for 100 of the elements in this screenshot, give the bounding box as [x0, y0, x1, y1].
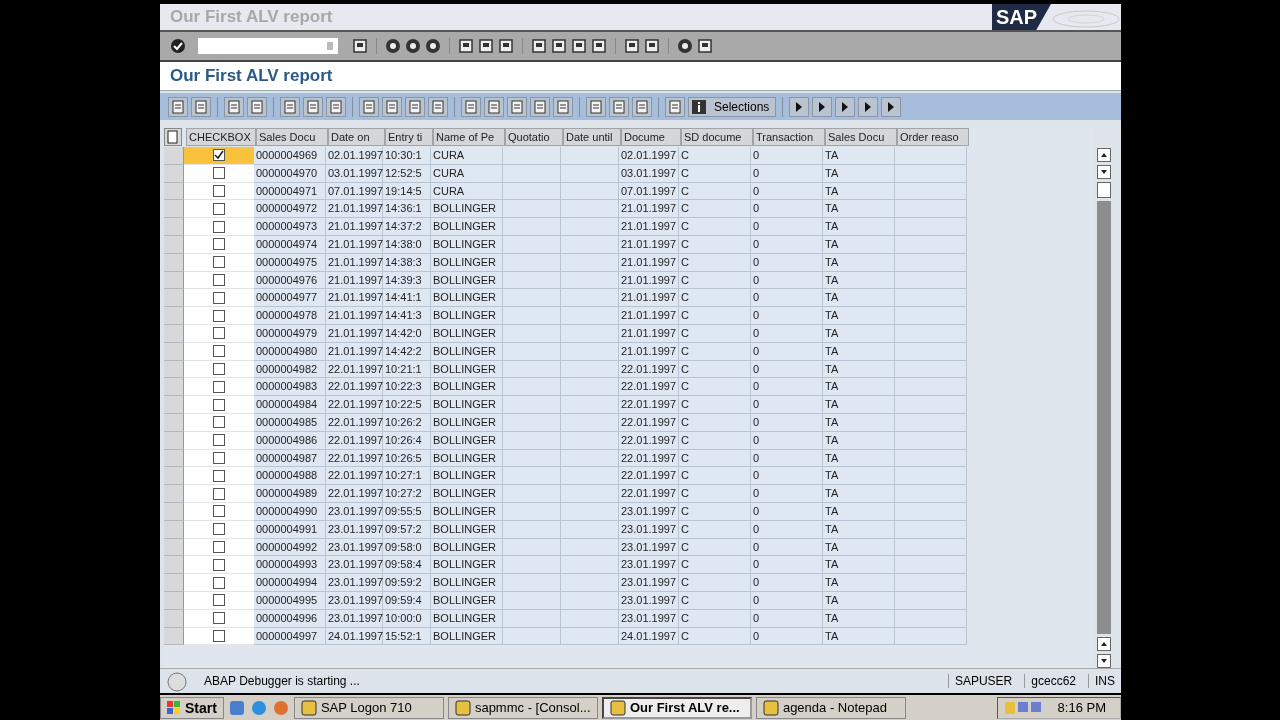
app-icon — [609, 699, 626, 716]
checkbox[interactable] — [213, 540, 225, 553]
column-header[interactable]: Sales Docu — [256, 128, 328, 146]
checkbox[interactable] — [213, 629, 225, 642]
column-header[interactable]: Docume — [621, 128, 681, 146]
table-cell: 0 — [751, 200, 823, 219]
checkbox[interactable] — [213, 220, 225, 233]
table-cell: 0000004977 — [254, 289, 326, 308]
checkbox[interactable] — [213, 185, 225, 197]
checkbox[interactable] — [213, 345, 225, 358]
table-cell: 21.01.1997 — [326, 218, 383, 236]
table-cell: BOLLINGER — [431, 467, 503, 486]
table-cell: 14:36:1 — [383, 200, 431, 219]
checkbox[interactable] — [213, 167, 225, 180]
row-selector[interactable] — [164, 556, 184, 575]
mode-field: INS — [1088, 674, 1121, 688]
enter-icon[interactable] — [170, 38, 186, 54]
checkbox[interactable] — [213, 434, 225, 447]
select-all-icon[interactable] — [164, 128, 182, 146]
checkbox[interactable] — [213, 469, 225, 482]
row-selector[interactable] — [164, 574, 184, 592]
table-cell: 10:27:2 — [383, 485, 431, 503]
selections-button[interactable]: Selections — [688, 96, 777, 117]
column-header[interactable]: Order reaso — [897, 128, 969, 146]
checkbox[interactable] — [213, 505, 225, 518]
command-field[interactable] — [198, 38, 338, 54]
start-button[interactable]: Start — [160, 696, 224, 719]
row-selector[interactable] — [164, 147, 184, 165]
taskbar-button[interactable]: Our First ALV re... — [601, 696, 752, 719]
table-cell: 22.01.1997 — [326, 467, 383, 486]
table-cell: 0000004993 — [254, 556, 326, 575]
column-header[interactable]: Sales Docu — [825, 128, 897, 146]
column-header[interactable]: Date until — [563, 128, 621, 146]
table-cell: 10:27:1 — [383, 467, 431, 486]
checkbox[interactable] — [213, 238, 225, 251]
app-icon — [762, 699, 779, 716]
checkbox[interactable] — [213, 309, 225, 322]
firefox-icon[interactable] — [271, 698, 290, 717]
column-header[interactable]: Name of Pe — [433, 128, 505, 146]
taskbar-button[interactable]: sapmmc - [Consol... — [447, 696, 598, 719]
checkbox[interactable] — [213, 273, 225, 286]
row-selector[interactable] — [164, 200, 184, 219]
column-header[interactable]: CHECKBOX — [186, 128, 256, 146]
table-cell: TA — [823, 307, 895, 325]
row-selector[interactable] — [164, 307, 184, 325]
table-cell: 10:22:5 — [383, 396, 431, 414]
table-cell: 0 — [751, 378, 823, 397]
checkbox[interactable] — [213, 558, 225, 571]
table-cell: 0000004978 — [254, 307, 326, 325]
checkbox[interactable] — [213, 451, 225, 464]
checkbox[interactable] — [213, 149, 225, 162]
table-cell: TA — [823, 574, 895, 592]
table-cell: C — [679, 467, 751, 486]
browser-icon[interactable] — [249, 698, 268, 717]
table-cell: 0 — [751, 485, 823, 503]
column-header[interactable]: SD docume — [681, 128, 753, 146]
table-cell: 21.01.1997 — [326, 289, 383, 308]
checkbox[interactable] — [213, 523, 225, 536]
scroll-bar[interactable] — [1097, 148, 1111, 668]
checkbox[interactable] — [213, 576, 225, 589]
checkbox[interactable] — [213, 487, 225, 500]
row-selector[interactable] — [164, 218, 184, 236]
checkbox[interactable] — [213, 612, 225, 625]
column-header[interactable]: Quotatio — [505, 128, 563, 146]
window-title: Our First ALV report — [169, 7, 333, 27]
row-selector[interactable] — [164, 485, 184, 503]
row-selector[interactable] — [164, 467, 184, 486]
desktop-icon[interactable] — [227, 698, 246, 717]
table-cell: 0 — [751, 396, 823, 414]
logo: SAP — [991, 4, 1051, 30]
table-cell: 10:30:1 — [383, 147, 431, 165]
network-icon — [1003, 699, 1044, 716]
checkbox[interactable] — [213, 362, 225, 375]
row-selector[interactable] — [164, 378, 184, 397]
checkbox[interactable] — [213, 594, 225, 607]
row-selector[interactable] — [164, 289, 184, 308]
checkbox[interactable] — [213, 380, 225, 393]
column-header[interactable]: Transaction — [753, 128, 825, 146]
table-cell: 22.01.1997 — [326, 378, 383, 397]
table-cell: C — [679, 574, 751, 592]
column-header[interactable]: Date on — [328, 128, 385, 146]
table-cell: 0000004989 — [254, 485, 326, 503]
checkbox[interactable] — [213, 202, 225, 215]
table-cell: 23.01.1997 — [326, 556, 383, 575]
row-selector[interactable] — [164, 396, 184, 414]
checkbox[interactable] — [213, 256, 225, 269]
next-icon[interactable] — [835, 96, 856, 117]
checkbox[interactable] — [213, 416, 225, 429]
checkbox[interactable] — [213, 398, 225, 411]
table-cell: TA — [823, 378, 895, 397]
taskbar-button[interactable]: agenda - Notepad — [755, 696, 906, 719]
table-cell: 0 — [751, 147, 823, 165]
table-cell: 23.01.1997 — [326, 574, 383, 592]
table-cell: BOLLINGER — [431, 485, 503, 503]
taskbar-button[interactable]: SAP Logon 710 — [293, 696, 444, 719]
checkbox[interactable] — [213, 291, 225, 304]
table-cell: 22.01.1997 — [326, 485, 383, 503]
table-cell: 21.01.1997 — [619, 200, 679, 219]
column-header[interactable]: Entry ti — [385, 128, 433, 146]
checkbox[interactable] — [213, 327, 225, 340]
